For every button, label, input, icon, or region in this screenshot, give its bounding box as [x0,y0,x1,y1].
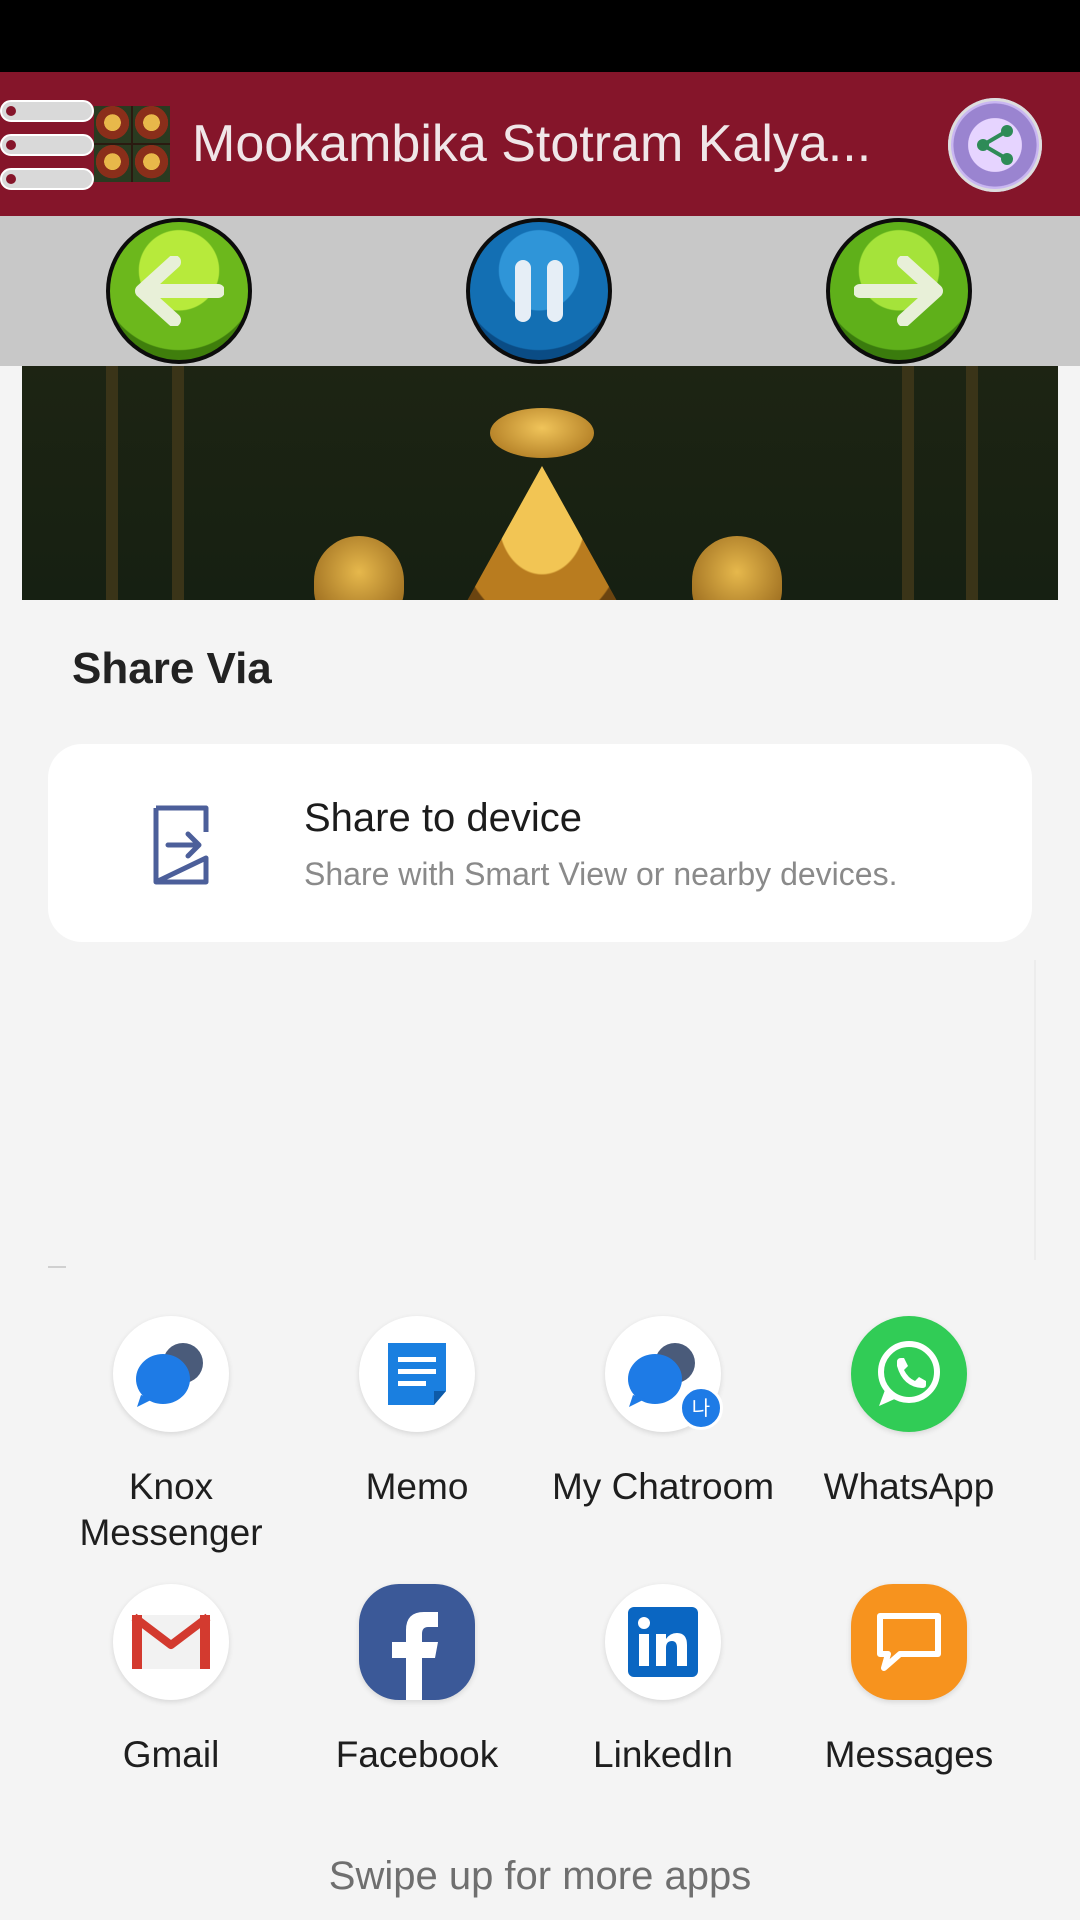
app-title: Mookambika Stotram Kalya... [192,115,872,173]
share-app-whatsapp[interactable]: WhatsApp [786,1316,1032,1510]
my-chatroom-badge: 나 [679,1386,723,1430]
deity-image [22,366,1058,600]
my-chatroom-icon: 나 [605,1316,723,1432]
app-label: WhatsApp [823,1466,995,1507]
app-label: Messenger [79,1512,263,1553]
share-to-device-icon [142,800,232,890]
memo-icon [359,1316,475,1432]
swipe-up-hint: Swipe up for more apps [328,1854,752,1898]
arrow-right-icon[interactable] [826,218,972,364]
app-label: Gmail [122,1734,220,1775]
share-app-gmail[interactable]: Gmail [48,1584,294,1778]
share-to-device-card[interactable]: Share to device Share with Smart View or… [48,744,1032,942]
pause-icon[interactable] [466,218,612,364]
player-controls [0,216,1080,366]
knox-messenger-icon [113,1316,229,1432]
app-label: Knox [128,1466,214,1507]
share-to-device-subtitle: Share with Smart View or nearby devices. [304,856,898,892]
scroll-indicator [1034,960,1036,1260]
gmail-icon [113,1584,229,1700]
share-sheet: Share Via Share to device Share with Sma… [0,600,1080,1920]
app-label: My Chatroom [551,1466,775,1507]
share-app-memo[interactable]: Memo [294,1316,540,1510]
app-label: Messages [824,1734,994,1775]
share-app-my-chatroom[interactable]: 나 My Chatroom [540,1316,786,1510]
linkedin-icon [605,1584,721,1700]
status-bar [0,0,1080,72]
whatsapp-icon [851,1316,967,1432]
share-app-linkedin[interactable]: LinkedIn [540,1584,786,1778]
share-to-device-title: Share to device [304,796,582,840]
messages-icon [851,1584,967,1700]
arrow-left-icon[interactable] [106,218,252,364]
app-label: LinkedIn [593,1734,733,1775]
share-app-knox-messenger[interactable]: Knox Messenger [48,1316,294,1556]
app-label: Memo [365,1466,469,1507]
app-bar: Mookambika Stotram Kalya... [0,72,1080,216]
facebook-icon [359,1584,475,1700]
app-label: Facebook [335,1734,499,1775]
hamburger-menu-icon[interactable] [0,100,96,190]
share-icon[interactable] [948,98,1042,192]
share-app-facebook[interactable]: Facebook [294,1584,540,1778]
share-app-messages[interactable]: Messages [786,1584,1032,1778]
share-sheet-title: Share Via [72,644,272,693]
app-logo [94,106,170,182]
divider [48,1266,66,1268]
